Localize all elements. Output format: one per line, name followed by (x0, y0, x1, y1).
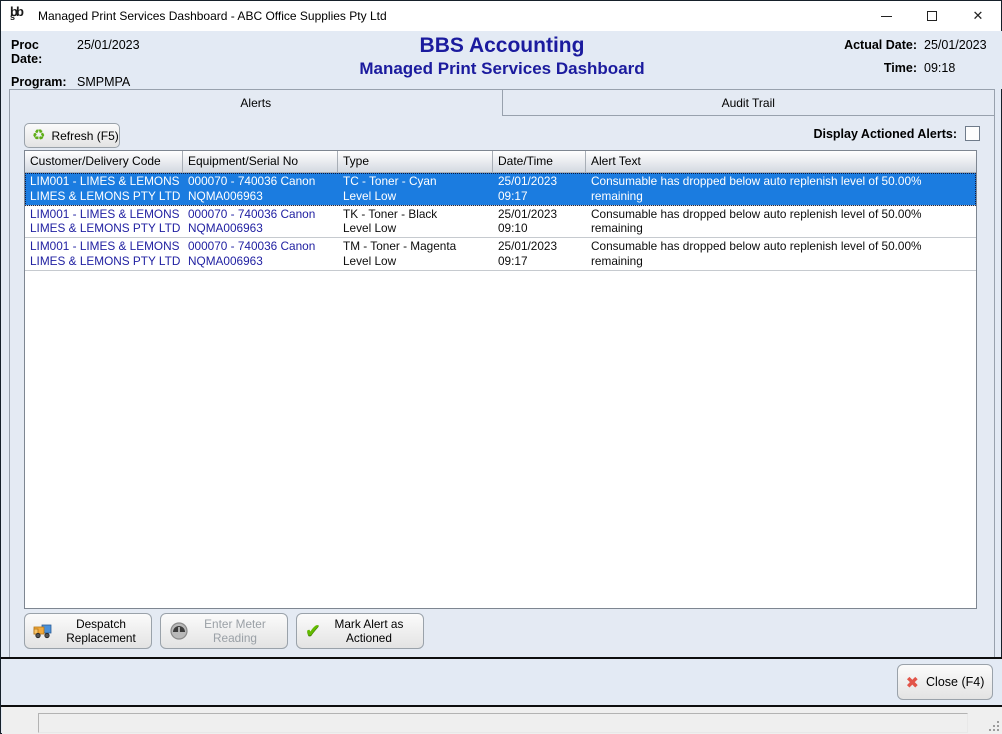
title-bar: bb s Managed Print Services Dashboard - … (1, 1, 1001, 31)
close-icon: ✕ (973, 8, 984, 24)
row-type-line1: TC - Toner - Cyan (343, 174, 492, 189)
table-row[interactable]: LIM001 - LIMES & LEMONS LIMES & LEMONS P… (25, 238, 976, 271)
row-equipment-line2: NQMA006963 (188, 254, 337, 269)
row-date: 25/01/2023 (498, 207, 585, 222)
recycle-icon: ♻ (32, 128, 45, 143)
column-header-alert-text[interactable]: Alert Text (586, 151, 976, 172)
meter-line1: Enter Meter (189, 617, 281, 631)
minimize-icon (881, 16, 892, 17)
window-title: Managed Print Services Dashboard - ABC O… (38, 9, 387, 23)
row-customer-line2: LIMES & LEMONS PTY LTD (30, 254, 182, 269)
close-button-label: Close (F4) (926, 675, 984, 689)
actioned-line2: Actioned (321, 631, 417, 645)
row-alert-text: Consumable has dropped below auto replen… (586, 173, 976, 205)
close-bar: ✖ Close (F4) (2, 659, 1002, 705)
time-label: Time: (884, 61, 917, 75)
row-time: 09:17 (498, 254, 585, 269)
column-header-customer[interactable]: Customer/Delivery Code (25, 151, 183, 172)
resize-grip[interactable] (987, 719, 999, 731)
alerts-panel: ♻ Refresh (F5) Display Actioned Alerts: … (9, 115, 995, 657)
row-equipment-line2: NQMA006963 (188, 221, 337, 236)
row-equipment-line1: 000070 - 740036 Canon (188, 207, 337, 222)
actioned-line1: Mark Alert as (321, 617, 417, 631)
row-time: 09:17 (498, 189, 585, 204)
status-bar (2, 707, 1002, 734)
actual-date-label: Actual Date: (844, 38, 917, 52)
action-button-row: Despatch Replacement Enter Meter Reading… (24, 613, 432, 649)
bbs-app-icon: bb s (10, 7, 28, 25)
row-customer-line2: LIMES & LEMONS PTY LTD (30, 221, 182, 236)
tab-bar: Alerts Audit Trail (9, 89, 995, 116)
header-right: Actual Date: 25/01/2023 Time: 09:18 (844, 38, 992, 84)
row-equipment-line2: NQMA006963 (188, 189, 337, 204)
tab-alerts[interactable]: Alerts (9, 89, 503, 116)
row-time: 09:10 (498, 221, 585, 236)
row-date: 25/01/2023 (498, 174, 585, 189)
row-customer-line2: LIMES & LEMONS PTY LTD (30, 189, 182, 204)
row-customer-line1: LIM001 - LIMES & LEMONS (30, 239, 182, 254)
maximize-button[interactable] (909, 1, 955, 31)
meter-gauge-icon (169, 621, 189, 641)
time-value: 09:18 (924, 61, 992, 75)
despatch-line1: Despatch (57, 617, 145, 631)
mark-alert-actioned-button[interactable]: ✔ Mark Alert as Actioned (296, 613, 424, 649)
column-header-datetime[interactable]: Date/Time (493, 151, 586, 172)
window-controls: ✕ (863, 1, 1001, 31)
table-header-row: Customer/Delivery Code Equipment/Serial … (25, 151, 976, 173)
truck-icon (33, 622, 57, 640)
header-strip: Proc Date: 25/01/2023 Program: SMPMPA BB… (2, 31, 1002, 89)
close-form-button[interactable]: ✖ Close (F4) (897, 664, 993, 700)
row-alert-text: Consumable has dropped below auto replen… (586, 206, 976, 238)
green-check-icon: ✔ (305, 620, 321, 642)
display-actioned-label: Display Actioned Alerts: (813, 127, 957, 141)
row-equipment-line1: 000070 - 740036 Canon (188, 174, 337, 189)
status-message-panel (38, 713, 968, 733)
display-actioned-alerts: Display Actioned Alerts: (813, 126, 980, 141)
row-type-line2: Level Low (343, 189, 492, 204)
table-row[interactable]: LIM001 - LIMES & LEMONS LIMES & LEMONS P… (25, 173, 976, 206)
tab-audit-trail[interactable]: Audit Trail (503, 89, 996, 116)
row-type-line2: Level Low (343, 254, 492, 269)
row-equipment-line1: 000070 - 740036 Canon (188, 239, 337, 254)
alerts-table: Customer/Delivery Code Equipment/Serial … (24, 150, 977, 609)
minimize-button[interactable] (863, 1, 909, 31)
refresh-button[interactable]: ♻ Refresh (F5) (24, 123, 120, 148)
row-customer-line1: LIM001 - LIMES & LEMONS (30, 207, 182, 222)
despatch-line2: Replacement (57, 631, 145, 645)
red-x-icon: ✖ (906, 673, 919, 692)
row-type-line1: TM - Toner - Magenta (343, 239, 492, 254)
row-date: 25/01/2023 (498, 239, 585, 254)
table-row[interactable]: LIM001 - LIMES & LEMONS LIMES & LEMONS P… (25, 206, 976, 239)
row-customer-line1: LIM001 - LIMES & LEMONS (30, 174, 182, 189)
column-header-type[interactable]: Type (338, 151, 493, 172)
row-type-line1: TK - Toner - Black (343, 207, 492, 222)
actual-date-value: 25/01/2023 (924, 38, 992, 52)
row-alert-text: Consumable has dropped below auto replen… (586, 238, 976, 270)
enter-meter-reading-button[interactable]: Enter Meter Reading (160, 613, 288, 649)
despatch-replacement-button[interactable]: Despatch Replacement (24, 613, 152, 649)
display-actioned-checkbox[interactable] (965, 126, 980, 141)
app-window: bb s Managed Print Services Dashboard - … (0, 0, 1002, 734)
meter-line2: Reading (189, 631, 281, 645)
maximize-icon (927, 11, 937, 21)
column-header-equipment[interactable]: Equipment/Serial No (183, 151, 338, 172)
close-window-button[interactable]: ✕ (955, 1, 1001, 31)
refresh-label: Refresh (F5) (51, 129, 118, 143)
row-type-line2: Level Low (343, 221, 492, 236)
